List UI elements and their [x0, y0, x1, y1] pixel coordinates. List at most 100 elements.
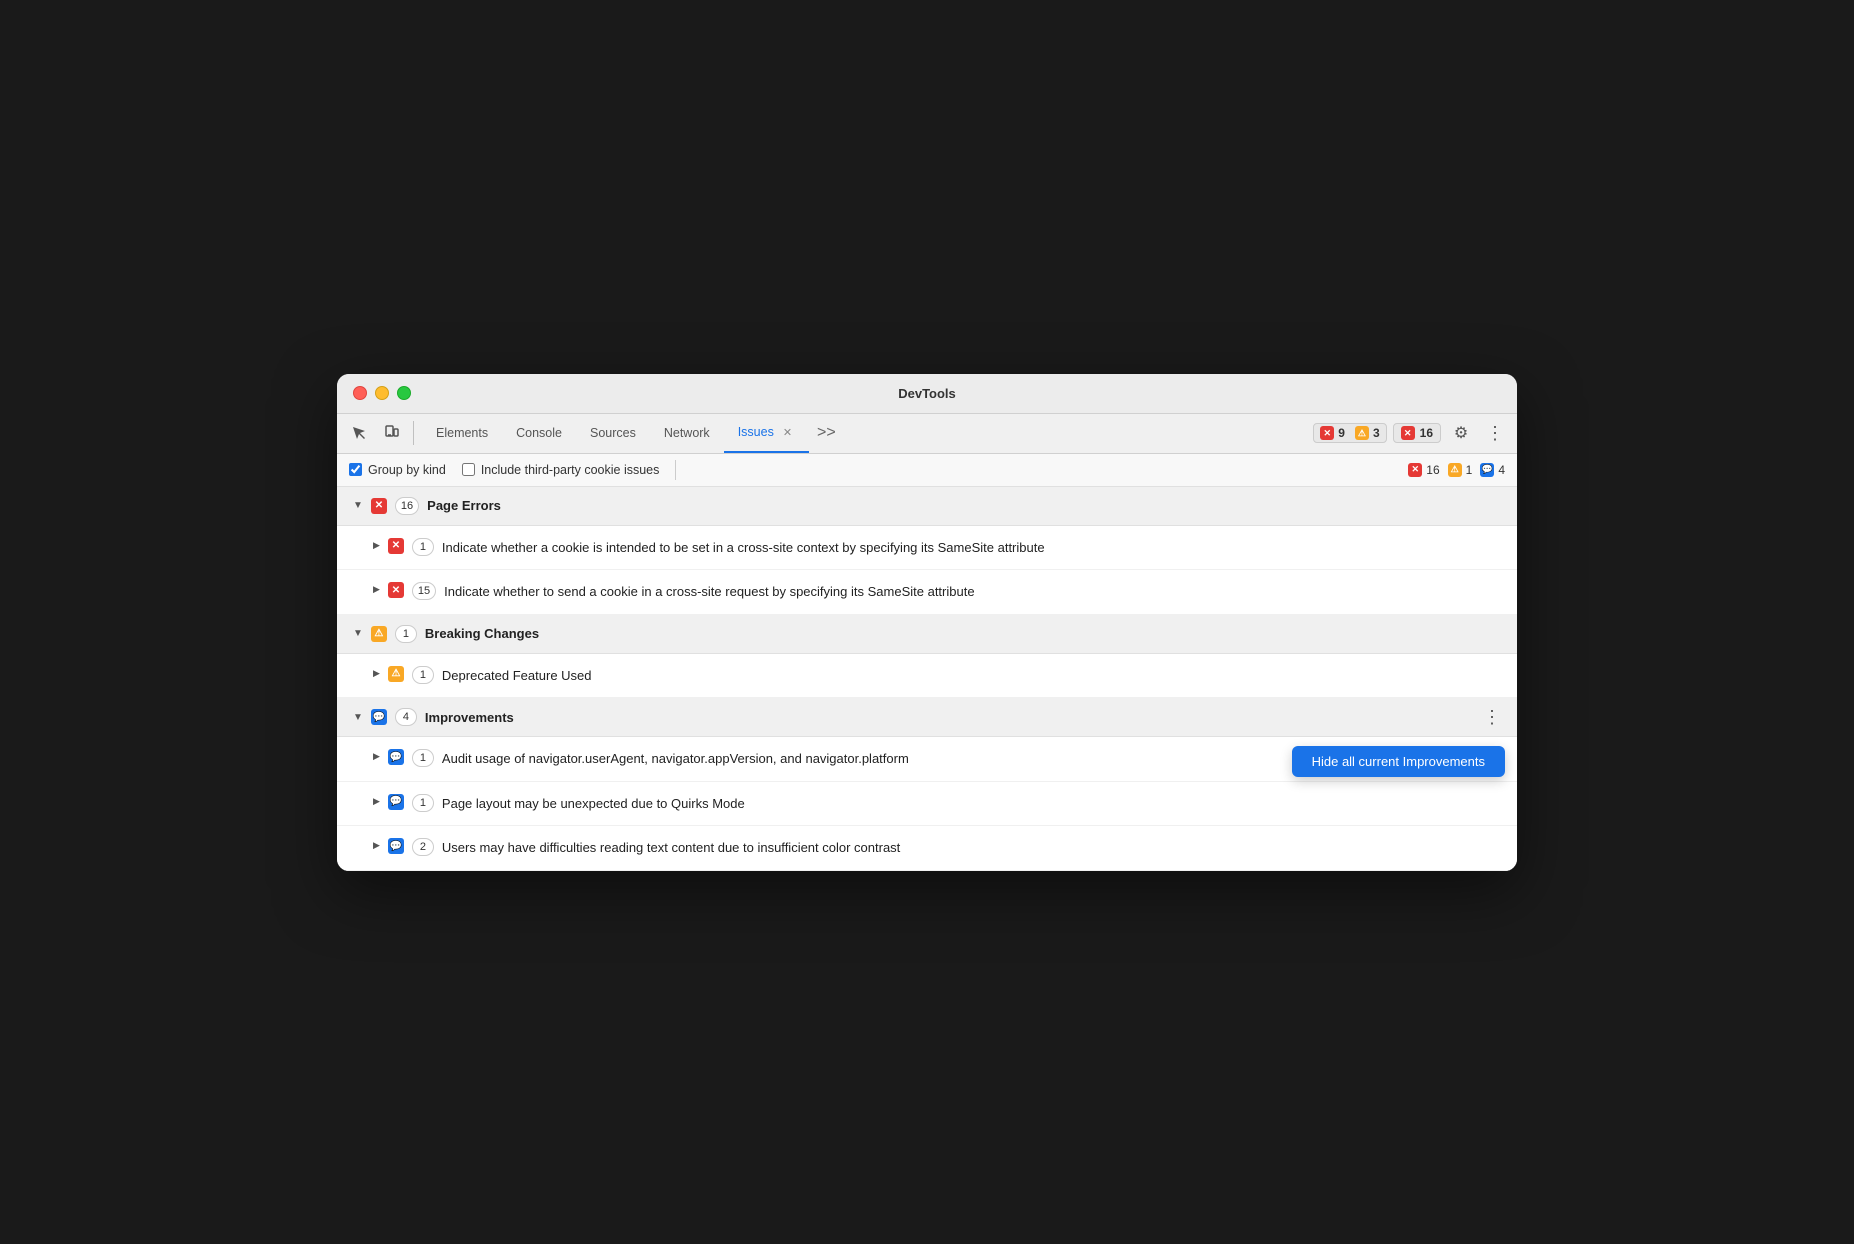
tab-sources[interactable]: Sources [576, 414, 650, 453]
tab-issues-close[interactable]: ✕ [780, 425, 795, 440]
issue-count-3: 1 [412, 666, 434, 684]
window-title: DevTools [898, 386, 956, 401]
issue-count-4: 1 [412, 749, 434, 767]
inspect-element-button[interactable] [345, 419, 373, 447]
issue-item-quirks-mode[interactable]: ▶ 💬 1 Page layout may be unexpected due … [337, 782, 1517, 827]
improvements-chevron: ▼ [353, 712, 363, 723]
more-options-button[interactable]: ⋮ [1481, 419, 1509, 447]
page-errors-chevron: ▼ [353, 500, 363, 511]
page-errors-icon: ✕ [371, 498, 387, 514]
breaking-changes-section-header[interactable]: ▼ ⚠ 1 Breaking Changes [337, 615, 1517, 654]
issue-error-icon-1: ✕ [388, 538, 404, 554]
group-by-kind-input[interactable] [349, 463, 362, 476]
filter-info-badge[interactable]: 💬 4 [1480, 463, 1505, 477]
issue-item-deprecated[interactable]: ▶ ⚠ 1 Deprecated Feature Used [337, 654, 1517, 699]
improvements-count: 4 [395, 708, 417, 726]
toolbar-divider [413, 421, 414, 445]
issue-count-1: 1 [412, 538, 434, 556]
filter-error-count: 16 [1426, 463, 1439, 477]
settings-button[interactable]: ⚙ [1447, 419, 1475, 447]
issue-count-6: 2 [412, 838, 434, 856]
expand-icon-4: ▶ [373, 751, 380, 762]
issue-text-6: Users may have difficulties reading text… [442, 838, 900, 858]
filter-error-badge[interactable]: ✕ 16 [1408, 463, 1439, 477]
error-count: 9 [1338, 426, 1345, 440]
expand-icon-2: ▶ [373, 584, 380, 595]
issue-text-3: Deprecated Feature Used [442, 666, 592, 686]
breaking-changes-title: Breaking Changes [425, 626, 539, 641]
tab-console[interactable]: Console [502, 414, 576, 453]
improvements-section-header[interactable]: ▼ 💬 4 Improvements ⋮ [337, 698, 1517, 737]
breaking-changes-count: 1 [395, 625, 417, 643]
issue-text-5: Page layout may be unexpected due to Qui… [442, 794, 745, 814]
issue-text-4: Audit usage of navigator.userAgent, navi… [442, 749, 909, 769]
issue-warning-icon-1: ⚠ [388, 666, 404, 682]
error-icon: ✕ [1320, 426, 1334, 440]
issue-info-icon-3: 💬 [388, 838, 404, 854]
tab-list: Elements Console Sources Network Issues … [422, 414, 1309, 453]
filter-error-icon: ✕ [1408, 463, 1422, 477]
breaking-changes-icon: ⚠ [371, 626, 387, 642]
issue-info-icon-1: 💬 [388, 749, 404, 765]
more-tabs-button[interactable]: >> [809, 424, 844, 442]
improvements-hide-menu[interactable]: Hide all current Improvements [1292, 746, 1505, 777]
issue-text-1: Indicate whether a cookie is intended to… [442, 538, 1045, 558]
issue-count-2: 15 [412, 582, 436, 600]
issue-item-color-contrast[interactable]: ▶ 💬 2 Users may have difficulties readin… [337, 826, 1517, 871]
error-warning-badge[interactable]: ✕ 9 ⚠ 3 [1313, 423, 1386, 443]
filter-warning-badge[interactable]: ⚠ 1 [1448, 463, 1473, 477]
improvements-more-button[interactable]: ⋮ [1479, 707, 1505, 728]
filter-warning-count: 1 [1466, 463, 1473, 477]
devtools-window: DevTools Elements Console Sources [337, 374, 1517, 871]
error16-count: 16 [1420, 426, 1433, 440]
expand-icon-5: ▶ [373, 796, 380, 807]
group-by-kind-label: Group by kind [368, 463, 446, 477]
issue-item-cookie-samesite-set[interactable]: ▶ ✕ 1 Indicate whether a cookie is inten… [337, 526, 1517, 571]
filter-badges: ✕ 16 ⚠ 1 💬 4 [1408, 463, 1505, 477]
minimize-button[interactable] [375, 386, 389, 400]
error16-badge[interactable]: ✕ 16 [1393, 423, 1441, 443]
tab-elements[interactable]: Elements [422, 414, 502, 453]
page-errors-count: 16 [395, 497, 419, 515]
expand-icon-1: ▶ [373, 540, 380, 551]
traffic-lights [353, 386, 411, 400]
gear-icon: ⚙ [1454, 423, 1468, 443]
title-bar: DevTools [337, 374, 1517, 414]
toolbar-right: ✕ 9 ⚠ 3 ✕ 16 ⚙ ⋮ [1313, 419, 1509, 447]
issue-text-2: Indicate whether to send a cookie in a c… [444, 582, 974, 602]
tab-network[interactable]: Network [650, 414, 724, 453]
filter-warning-icon: ⚠ [1448, 463, 1462, 477]
third-party-label: Include third-party cookie issues [481, 463, 660, 477]
close-button[interactable] [353, 386, 367, 400]
toolbar: Elements Console Sources Network Issues … [337, 414, 1517, 454]
tab-issues[interactable]: Issues ✕ [724, 414, 809, 453]
issues-content: ▼ ✕ 16 Page Errors ▶ ✕ 1 Indicate whethe… [337, 487, 1517, 871]
issue-count-5: 1 [412, 794, 434, 812]
third-party-checkbox[interactable]: Include third-party cookie issues [462, 463, 660, 477]
expand-icon-6: ▶ [373, 840, 380, 851]
improvements-title: Improvements [425, 710, 514, 725]
issue-info-icon-2: 💬 [388, 794, 404, 810]
expand-icon-3: ▶ [373, 668, 380, 679]
group-by-kind-checkbox[interactable]: Group by kind [349, 463, 446, 477]
page-errors-title: Page Errors [427, 498, 501, 513]
page-errors-section-header[interactable]: ▼ ✕ 16 Page Errors [337, 487, 1517, 526]
warning-icon: ⚠ [1355, 426, 1369, 440]
issue-error-icon-2: ✕ [388, 582, 404, 598]
third-party-input[interactable] [462, 463, 475, 476]
filter-divider [675, 460, 676, 480]
filter-info-icon: 💬 [1480, 463, 1494, 477]
filter-info-count: 4 [1498, 463, 1505, 477]
breaking-changes-chevron: ▼ [353, 628, 363, 639]
hide-all-improvements-label: Hide all current Improvements [1312, 754, 1485, 769]
breaking-changes-items: ▶ ⚠ 1 Deprecated Feature Used [337, 654, 1517, 699]
page-errors-items: ▶ ✕ 1 Indicate whether a cookie is inten… [337, 526, 1517, 615]
filter-bar: Group by kind Include third-party cookie… [337, 454, 1517, 487]
kebab-icon: ⋮ [1486, 423, 1504, 444]
error16-icon: ✕ [1401, 426, 1415, 440]
device-toggle-button[interactable] [377, 419, 405, 447]
issue-item-cookie-samesite-send[interactable]: ▶ ✕ 15 Indicate whether to send a cookie… [337, 570, 1517, 615]
improvements-section: ▼ 💬 4 Improvements ⋮ Hide all current Im… [337, 698, 1517, 871]
maximize-button[interactable] [397, 386, 411, 400]
improvements-icon: 💬 [371, 709, 387, 725]
